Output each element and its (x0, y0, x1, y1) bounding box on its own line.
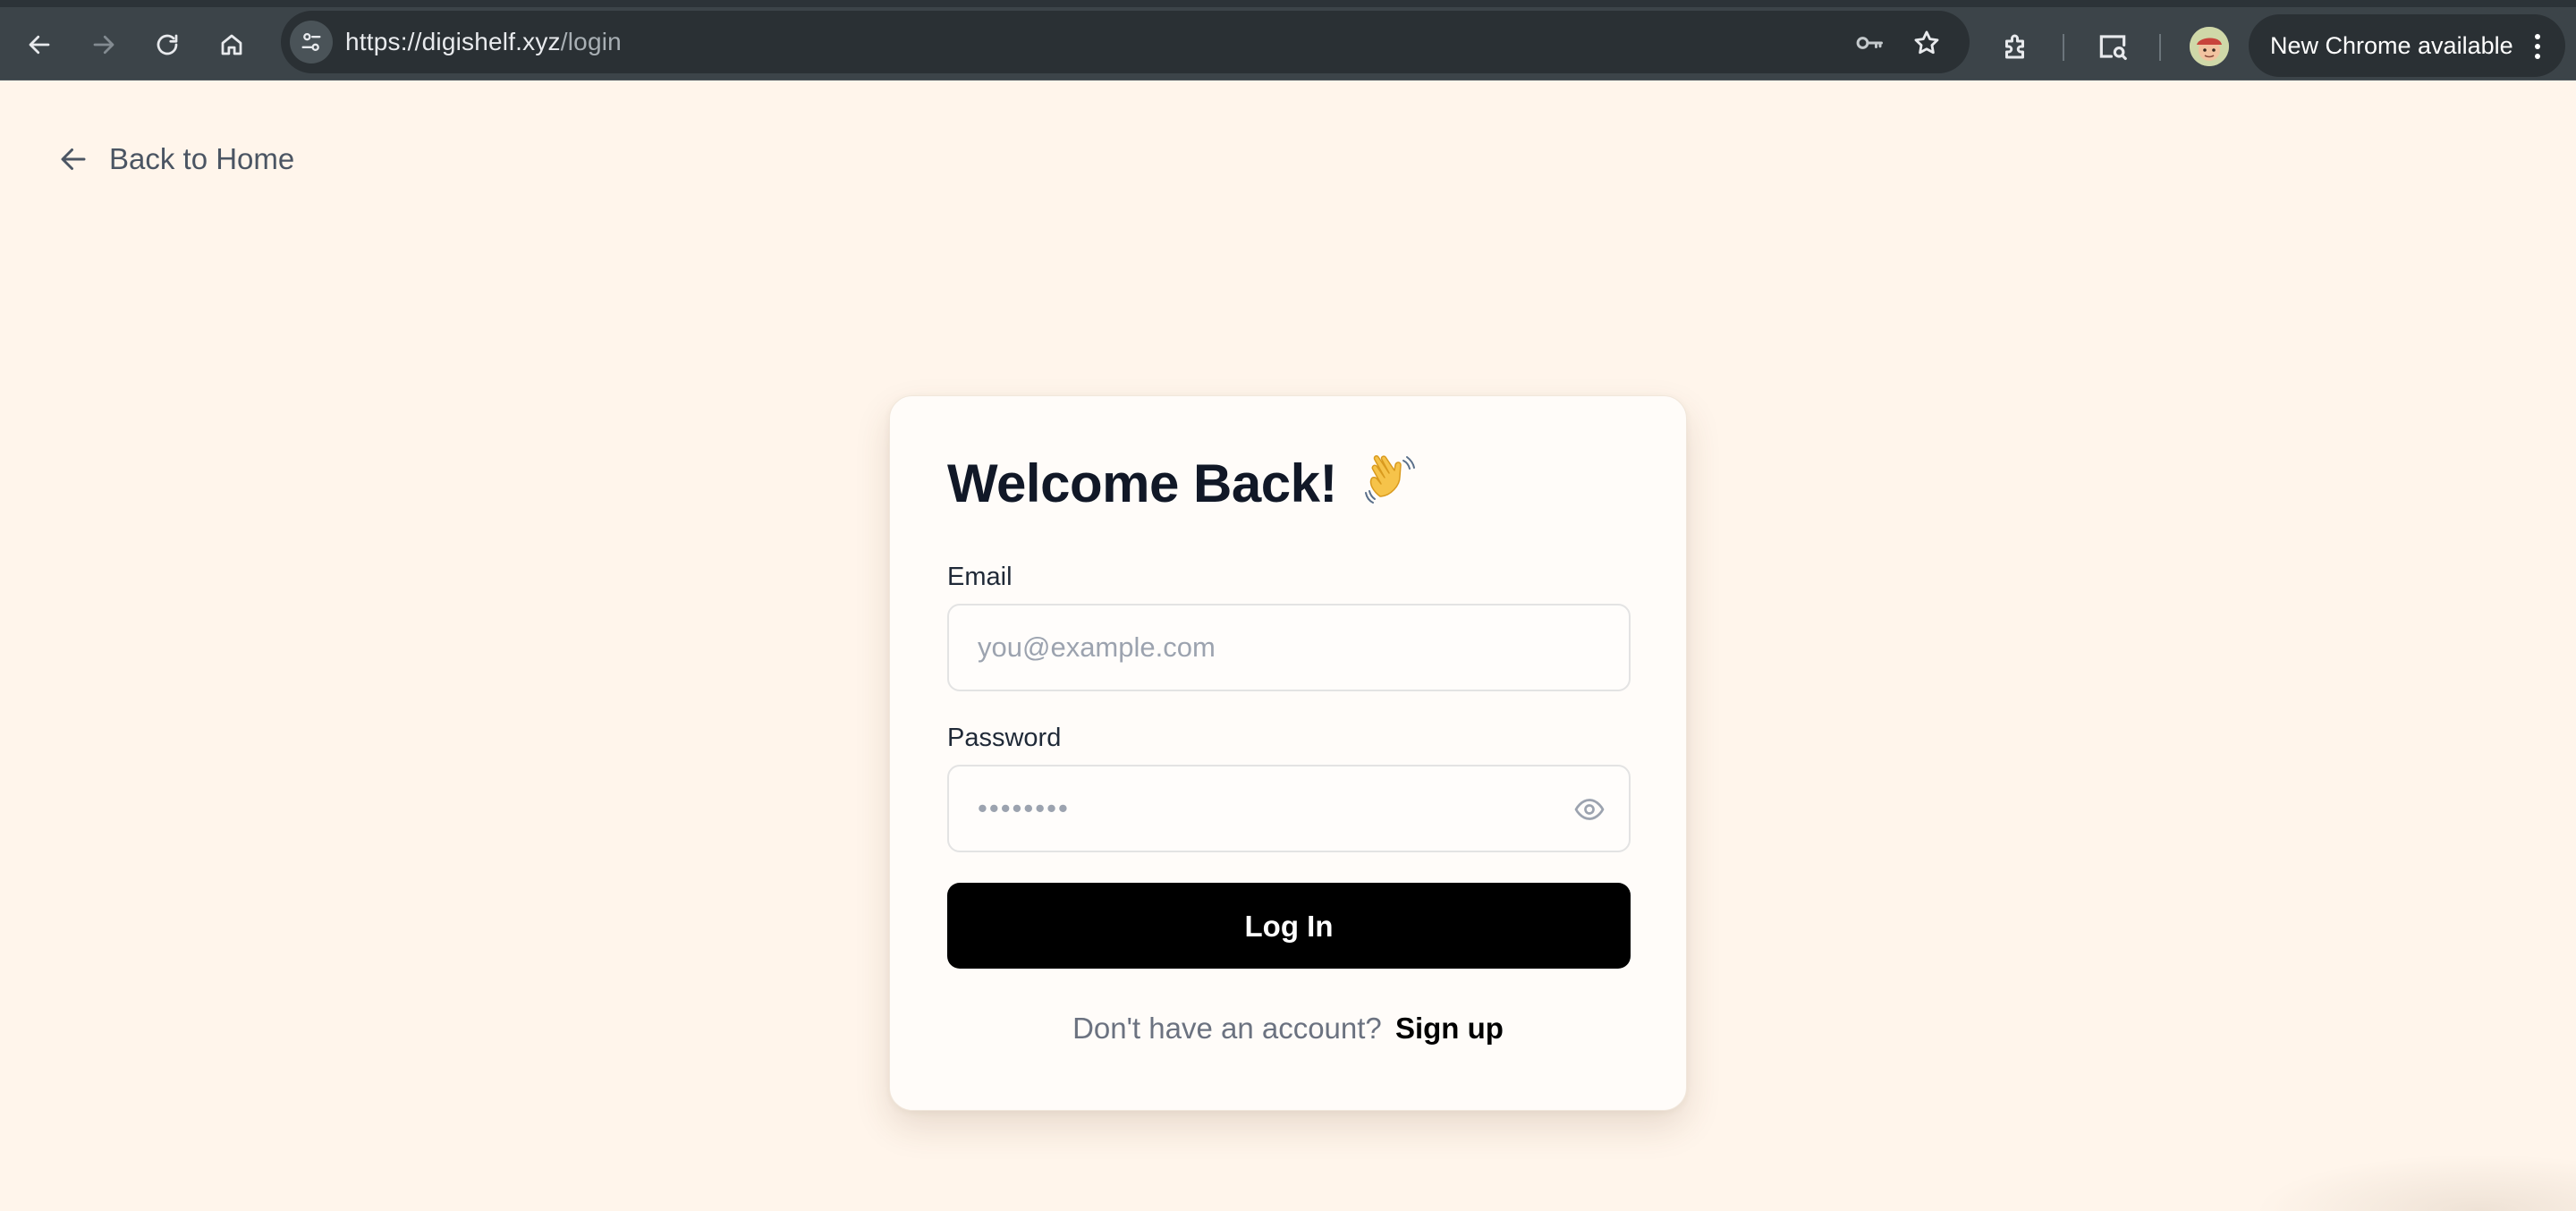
url-path: /login (560, 28, 622, 55)
extensions-button[interactable] (1995, 25, 2038, 68)
reload-icon (157, 34, 178, 55)
sign-up-link[interactable]: Sign up (1395, 1012, 1504, 1045)
signup-prompt-text: Don't have an account? (1072, 1012, 1382, 1045)
home-icon (221, 34, 242, 55)
home-button[interactable] (212, 25, 251, 64)
password-label: Password (947, 724, 1062, 752)
arrow-right-icon (93, 35, 114, 55)
puzzle-icon (2005, 34, 2024, 59)
avatar-icon (2190, 27, 2229, 66)
tab-search-icon (2099, 35, 2127, 61)
profile-avatar[interactable] (2190, 27, 2229, 66)
tune-icon (301, 32, 321, 52)
back-button[interactable] (20, 25, 59, 64)
login-card: Welcome Back! Email Password Log In Don'… (889, 395, 1687, 1111)
browser-top-edge (0, 0, 2576, 7)
eye-icon[interactable] (1572, 793, 1607, 826)
back-link-label: Back to Home (109, 142, 295, 175)
update-label: New Chrome available (2270, 32, 2513, 59)
title-text: Welcome Back! (947, 453, 1337, 513)
password-field[interactable] (947, 765, 1631, 852)
signup-prompt-row: Don't have an account? Sign up (890, 1012, 1686, 1046)
star-icon (1914, 30, 1939, 55)
forward-button[interactable] (84, 25, 123, 64)
waving-hand-icon (1365, 455, 1416, 504)
url-text[interactable]: https://digishelf.xyz/login (345, 11, 622, 73)
log-in-button[interactable]: Log In (947, 883, 1631, 969)
toolbar-separator (2063, 34, 2064, 61)
site-info-button[interactable] (290, 21, 333, 64)
back-to-home-link[interactable]: Back to Home (57, 140, 294, 179)
page-title: Welcome Back! (947, 452, 1419, 514)
address-bar[interactable]: https://digishelf.xyz/login (281, 11, 1970, 73)
arrow-left-icon (29, 35, 50, 55)
more-vert-icon (2535, 34, 2540, 59)
new-chrome-available-button[interactable]: New Chrome available (2249, 14, 2565, 77)
password-input[interactable] (949, 766, 1629, 851)
password-key-button[interactable] (1850, 23, 1889, 63)
email-field[interactable] (947, 604, 1631, 691)
arrow-left-icon (61, 148, 86, 170)
url-host: https://digishelf.xyz (345, 28, 561, 55)
corner-shadow-decoration (2254, 1154, 2576, 1211)
email-label: Email (947, 563, 1013, 591)
key-icon (1856, 37, 1883, 49)
search-tab-button[interactable] (2091, 25, 2134, 68)
browser-toolbar: https://digishelf.xyz/login New Chrome a… (0, 7, 2576, 80)
email-input[interactable] (949, 606, 1629, 690)
reload-button[interactable] (148, 25, 187, 64)
toolbar-separator (2159, 34, 2161, 61)
bookmark-button[interactable] (1907, 23, 1946, 63)
